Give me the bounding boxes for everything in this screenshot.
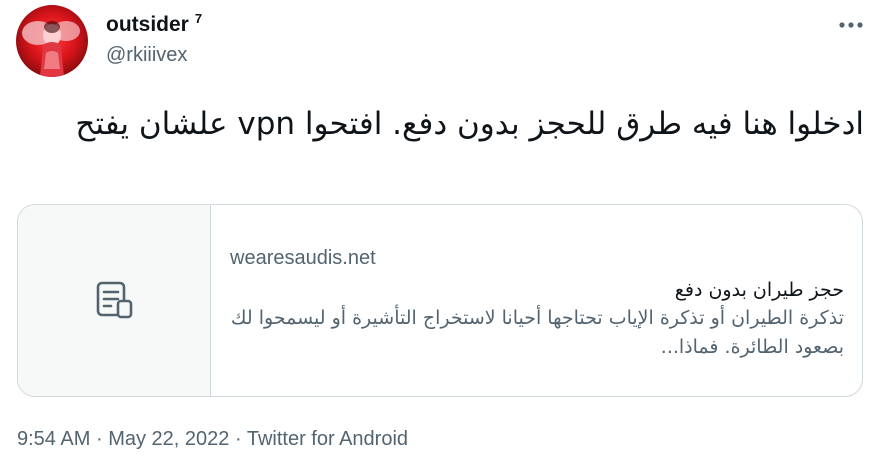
- avatar[interactable]: [16, 5, 88, 77]
- card-media: [18, 205, 211, 396]
- display-name[interactable]: outsider: [106, 11, 189, 39]
- avatar-image: [16, 5, 88, 77]
- card-description: تذكرة الطيران أو تذكرة الإياب تحتاجها أح…: [230, 307, 844, 358]
- card-body[interactable]: wearesaudis.net حجز طيران بدون دفع تذكرة…: [212, 205, 862, 396]
- tweet: outsider 7 @rkiiivex ادخلوا هنا فيه طرق …: [0, 0, 886, 461]
- link-card[interactable]: wearesaudis.net حجز طيران بدون دفع تذكرة…: [17, 204, 863, 397]
- tweet-time[interactable]: 9:54 AM: [17, 428, 90, 450]
- meta-separator: ·: [234, 428, 242, 450]
- display-name-suffix: 7: [194, 11, 203, 26]
- card-title: حجز طيران بدون دفع: [674, 279, 844, 301]
- meta-separator: ·: [95, 428, 103, 450]
- user-handle[interactable]: @rkiiivex: [106, 41, 202, 69]
- display-name-row[interactable]: outsider 7: [106, 11, 202, 39]
- author-block[interactable]: outsider 7 @rkiiivex: [106, 11, 202, 69]
- tweet-date[interactable]: May 22, 2022: [108, 428, 229, 450]
- more-button[interactable]: [834, 12, 868, 38]
- tweet-text: ادخلوا هنا فيه طرق للحجز بدون دفع. افتحو…: [75, 106, 864, 142]
- more-horizontal-icon: [839, 22, 863, 28]
- tweet-meta: 9:54 AM · May 22, 2022 · Twitter for And…: [17, 425, 408, 453]
- document-icon: [96, 281, 133, 318]
- card-domain: wearesaudis.net: [230, 247, 376, 269]
- tweet-source[interactable]: Twitter for Android: [247, 428, 408, 450]
